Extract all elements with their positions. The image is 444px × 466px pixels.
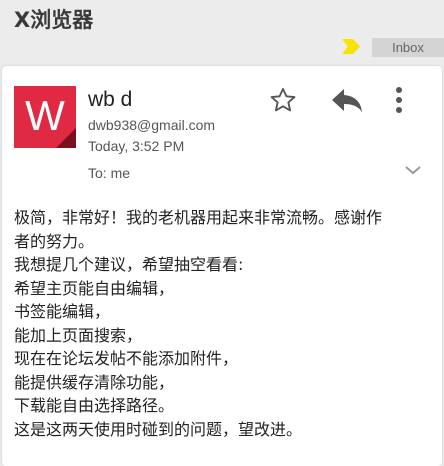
reply-icon[interactable] [330,86,364,114]
avatar[interactable]: W [14,86,76,148]
sender-name: wb d [88,88,133,111]
message-card: W wb d dwb938@gmail.com Today, 3:52 PM T… [2,66,442,466]
app-title: X浏览器 [14,8,94,32]
importance-marker-icon[interactable] [342,39,360,54]
sent-time: Today, 3:52 PM [88,138,185,154]
body-line: 现在在论坛发帖不能添加附件， [14,349,239,368]
chevron-down-icon[interactable] [404,164,422,176]
label-bar: Inbox [0,38,444,57]
body-line: 能加上页面搜索， [14,325,143,345]
body-line: 能提供缓存清除功能， [14,372,175,392]
body-line: 极简，非常好！我的老机器用起来非常流畅。感谢作 [14,208,383,227]
body-line: 希望主页能自由编辑， [14,278,175,298]
star-icon[interactable] [269,86,297,114]
recipient: To: me [88,165,131,181]
sender-email: dwb938@gmail.com [88,117,216,133]
inbox-label[interactable]: Inbox [372,38,444,57]
body-line: 下载能自由选择路径。 [14,396,175,415]
body-line: 者的努力。 [14,231,95,251]
body-line: 这是这两天使用时碰到的问题，望改进。 [14,419,303,439]
more-options-icon[interactable] [394,86,404,114]
avatar-fold-decoration [56,128,76,148]
body-line: 书签能编辑， [14,302,111,321]
message-body: 极简，非常好！我的老机器用起来非常流畅。感谢作 者的努力。 我想提几个建议，希望… [14,206,434,441]
body-line: 我想提几个建议，希望抽空看看: [14,255,244,274]
